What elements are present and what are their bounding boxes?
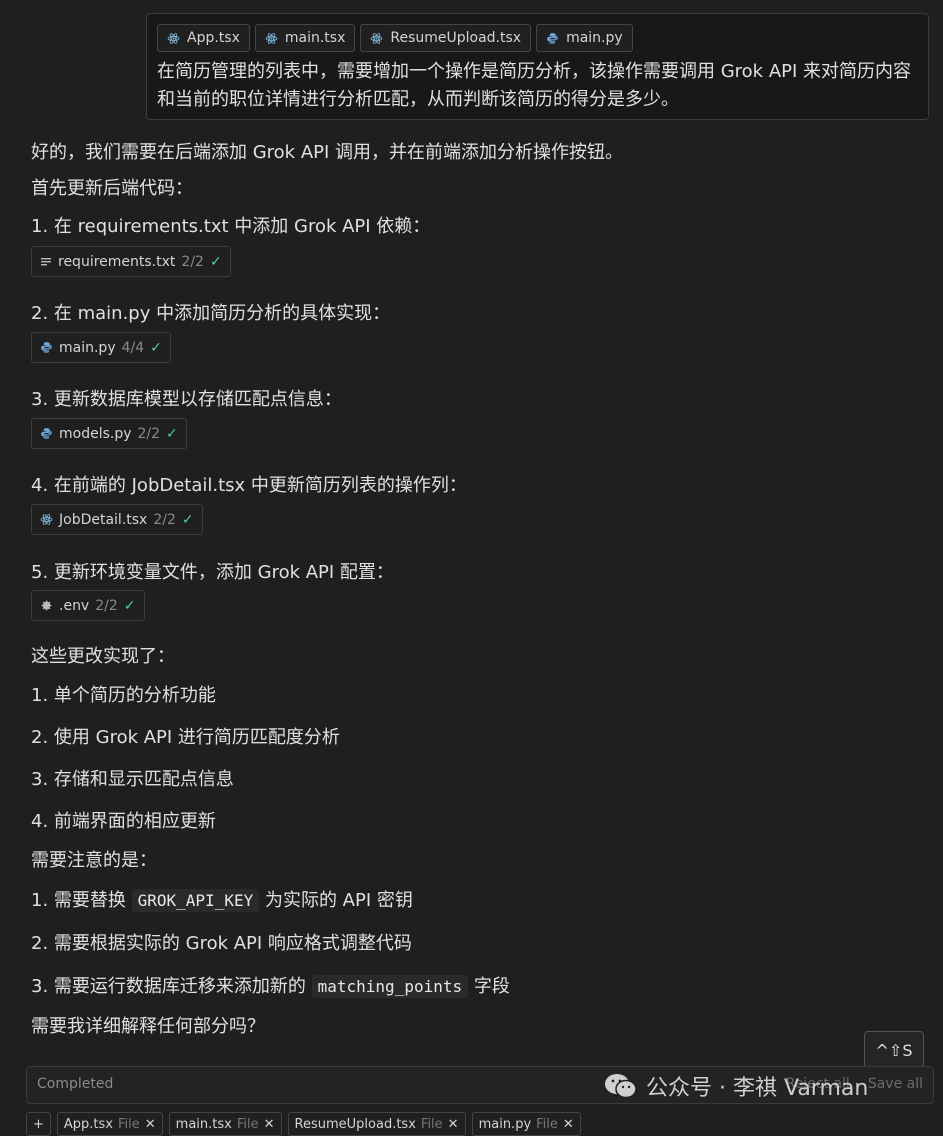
check-icon: ✓ — [209, 253, 222, 270]
bottom-chip-label: main.py — [478, 1116, 532, 1132]
context-chip-app-tsx[interactable]: App.tsx — [157, 24, 250, 52]
file-chip-label: requirements.txt — [58, 253, 176, 270]
response-closing: 需要我详细解释任何部分吗？ — [31, 1016, 265, 1037]
note-text: 1. 需要替换 — [31, 890, 132, 911]
note-text: 字段 — [468, 976, 510, 997]
response-first-backend: 首先更新后端代码： — [31, 178, 193, 199]
file-chip-count: 2/2 — [153, 511, 176, 528]
note-item-1: 1. 需要替换 GROK_API_KEY 为实际的 API 密钥 — [31, 886, 413, 912]
file-chip-label: .env — [59, 597, 90, 614]
note-text: 2. 需要根据实际的 Grok API 响应格式调整代码 — [31, 933, 412, 954]
file-chip-jobdetail-tsx[interactable]: JobDetail.tsx 2/2 ✓ — [31, 504, 203, 535]
file-chip-label: JobDetail.tsx — [59, 511, 148, 528]
bottom-chip-label: ResumeUpload.tsx — [294, 1116, 416, 1132]
bottom-chip-suffix: File — [118, 1116, 140, 1132]
python-icon — [40, 341, 53, 354]
file-chip-label: main.py — [59, 339, 116, 356]
step-3-text: 3. 更新数据库模型以存储匹配点信息： — [31, 389, 342, 410]
save-all-button[interactable]: Save all — [868, 1076, 923, 1092]
check-icon: ✓ — [181, 511, 194, 528]
context-chip-main-py[interactable]: main.py — [536, 24, 633, 52]
summary-item-4: 4. 前端界面的相应更新 — [31, 811, 216, 832]
bottom-chip-resumeupload-tsx[interactable]: ResumeUpload.tsx File ✕ — [287, 1112, 466, 1136]
file-chip-models-py[interactable]: models.py 2/2 ✓ — [31, 418, 187, 449]
react-icon — [40, 513, 53, 526]
summary-item-2: 2. 使用 Grok API 进行简历匹配度分析 — [31, 727, 340, 748]
note-text: 3. 需要运行数据库迁移来添加新的 — [31, 976, 312, 997]
wechat-icon — [604, 1072, 638, 1100]
add-label: + — [33, 1116, 44, 1132]
close-icon[interactable]: ✕ — [145, 1117, 156, 1132]
close-icon[interactable]: ✕ — [264, 1117, 275, 1132]
file-chip-env[interactable]: .env 2/2 ✓ — [31, 590, 145, 621]
add-context-button[interactable]: + — [26, 1112, 51, 1136]
gear-icon — [40, 599, 53, 612]
react-icon — [370, 32, 383, 45]
status-text: Completed — [37, 1076, 114, 1092]
close-icon[interactable]: ✕ — [563, 1117, 574, 1132]
bottom-chip-label: App.tsx — [63, 1116, 113, 1132]
summary-item-1: 1. 单个简历的分析功能 — [31, 685, 216, 706]
note-item-2: 2. 需要根据实际的 Grok API 响应格式调整代码 — [31, 929, 412, 955]
response-intro: 好的，我们需要在后端添加 Grok API 调用，并在前端添加分析操作按钮。 — [31, 142, 624, 163]
step-2-text: 2. 在 main.py 中添加简历分析的具体实现： — [31, 303, 391, 324]
lines-icon — [40, 256, 52, 268]
file-chip-count: 2/2 — [181, 253, 204, 270]
context-chip-resumeupload-tsx[interactable]: ResumeUpload.tsx — [360, 24, 532, 52]
user-message: App.tsx main.tsx ResumeUpload.tsx main.p… — [146, 13, 929, 120]
chip-label: App.tsx — [187, 30, 240, 46]
context-chip-main-tsx[interactable]: main.tsx — [254, 24, 356, 52]
python-icon — [40, 427, 53, 440]
check-icon: ✓ — [166, 425, 178, 442]
summary-item-3: 3. 存储和显示匹配点信息 — [31, 769, 234, 790]
file-chip-count: 2/2 — [137, 425, 161, 442]
notes-title: 需要注意的是： — [31, 850, 157, 871]
chip-label: main.tsx — [284, 30, 346, 46]
chip-label: main.py — [566, 30, 623, 46]
close-icon[interactable]: ✕ — [448, 1117, 459, 1132]
shortcut-tooltip: ^⇧S — [864, 1031, 924, 1069]
react-icon — [167, 32, 180, 45]
note-item-3: 3. 需要运行数据库迁移来添加新的 matching_points 字段 — [31, 972, 510, 998]
user-message-text: 在简历管理的列表中，需要增加一个操作是简历分析，该操作需要调用 Grok API… — [157, 61, 912, 110]
context-chips: App.tsx main.tsx ResumeUpload.tsx main.p… — [157, 24, 633, 52]
file-chip-requirements[interactable]: requirements.txt 2/2 ✓ — [31, 246, 231, 277]
file-chip-count: 2/2 — [95, 597, 118, 614]
bottom-chip-label: main.tsx — [175, 1116, 232, 1132]
file-chip-label: models.py — [59, 425, 132, 442]
inline-code: matching_points — [311, 975, 469, 998]
step-1-text: 1. 在 requirements.txt 中添加 Grok API 依赖： — [31, 216, 431, 237]
bottom-chip-suffix: File — [536, 1116, 558, 1132]
python-icon — [546, 32, 559, 45]
bottom-context-row: + App.tsx File ✕ main.tsx File ✕ ResumeU… — [26, 1112, 581, 1136]
bottom-chip-suffix: File — [420, 1116, 443, 1132]
inline-code: GROK_API_KEY — [131, 889, 260, 912]
bottom-chip-app-tsx[interactable]: App.tsx File ✕ — [56, 1112, 163, 1136]
check-icon: ✓ — [150, 339, 162, 356]
chip-label: ResumeUpload.tsx — [390, 30, 522, 46]
watermark: 公众号 · 李祺 Varman — [604, 1070, 868, 1102]
watermark-text: 公众号 · 李祺 Varman — [646, 1076, 869, 1101]
summary-title: 这些更改实现了： — [31, 646, 175, 667]
step-4-text: 4. 在前端的 JobDetail.tsx 中更新简历列表的操作列： — [31, 475, 467, 496]
check-icon: ✓ — [123, 597, 136, 614]
bottom-chip-main-tsx[interactable]: main.tsx File ✕ — [168, 1112, 282, 1136]
note-text: 为实际的 API 密钥 — [259, 890, 413, 911]
react-icon — [265, 32, 278, 45]
bottom-chip-suffix: File — [236, 1116, 259, 1132]
file-chip-count: 4/4 — [121, 339, 145, 356]
file-chip-main-py[interactable]: main.py 4/4 ✓ — [31, 332, 171, 363]
step-5-text: 5. 更新环境变量文件，添加 Grok API 配置： — [31, 562, 394, 583]
bottom-chip-main-py[interactable]: main.py File ✕ — [471, 1112, 581, 1136]
